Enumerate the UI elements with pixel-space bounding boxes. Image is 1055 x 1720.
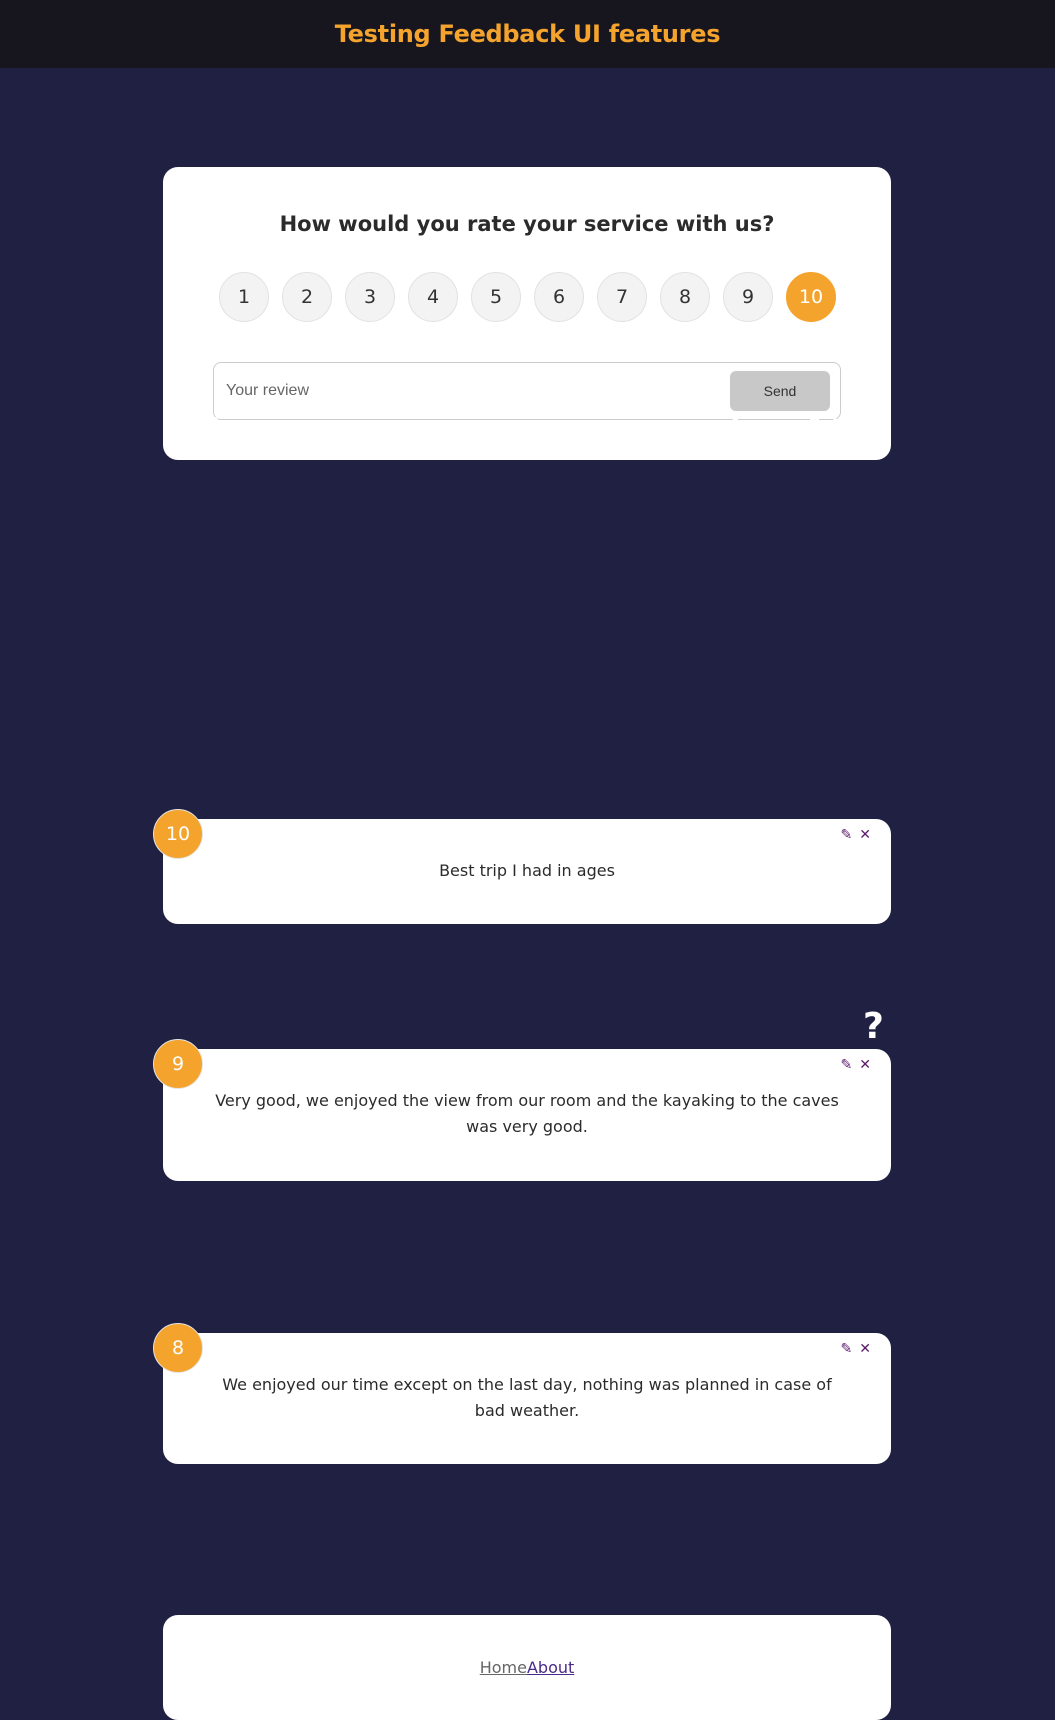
average-rating: Average Rating: 9 — [729, 414, 891, 433]
form-title: How would you rate your service with us? — [279, 212, 775, 236]
question-icon[interactable]: ? — [863, 1006, 884, 1047]
review-text: We enjoyed our time except on the last d… — [222, 1375, 832, 1420]
review-count: 3 Reviews — [163, 414, 254, 433]
app-header: Testing Feedback UI features — [0, 0, 1055, 68]
rating-option-7[interactable]: 7 — [597, 272, 647, 322]
review-card: 8 ✎ ✕ We enjoyed our time except on the … — [153, 1323, 891, 1464]
edit-icon[interactable]: ✎ — [841, 1342, 853, 1356]
rating-option-3[interactable]: 3 — [345, 272, 395, 322]
rating-option-10[interactable]: 10 — [786, 272, 836, 322]
rating-option-8[interactable]: 8 — [660, 272, 710, 322]
close-icon[interactable]: ✕ — [859, 1342, 871, 1356]
send-button[interactable]: Send — [730, 371, 830, 411]
review-rating-badge: 10 — [153, 809, 203, 859]
review-rating-badge: 9 — [153, 1039, 203, 1089]
review-actions: ✎ ✕ — [841, 828, 871, 842]
edit-icon[interactable]: ✎ — [841, 828, 853, 842]
home-link[interactable]: Home — [480, 1658, 527, 1677]
about-link[interactable]: About — [527, 1658, 574, 1677]
review-text: Best trip I had in ages — [439, 861, 615, 880]
review-stats: 3 Reviews Average Rating: 9 — [163, 414, 891, 436]
rating-option-2[interactable]: 2 — [282, 272, 332, 322]
review-text: Very good, we enjoyed the view from our … — [215, 1091, 839, 1136]
rating-options: 1 2 3 4 5 6 7 8 9 10 — [219, 272, 836, 322]
rating-option-5[interactable]: 5 — [471, 272, 521, 322]
review-actions: ✎ ✕ — [841, 1058, 871, 1072]
footer-card: Home About — [163, 1615, 891, 1720]
review-card: 9 ✎ ✕ Very good, we enjoyed the view fro… — [153, 1039, 891, 1181]
review-input[interactable] — [224, 381, 730, 401]
review-input-group: Send — [213, 362, 841, 420]
rating-option-6[interactable]: 6 — [534, 272, 584, 322]
review-card: 10 ✎ ✕ Best trip I had in ages — [153, 809, 891, 924]
review-actions: ✎ ✕ — [841, 1342, 871, 1356]
review-rating-badge: 8 — [153, 1323, 203, 1373]
close-icon[interactable]: ✕ — [859, 1058, 871, 1072]
rating-option-9[interactable]: 9 — [723, 272, 773, 322]
edit-icon[interactable]: ✎ — [841, 1058, 853, 1072]
rating-option-4[interactable]: 4 — [408, 272, 458, 322]
app-title: Testing Feedback UI features — [334, 20, 721, 48]
close-icon[interactable]: ✕ — [859, 828, 871, 842]
rating-option-1[interactable]: 1 — [219, 272, 269, 322]
